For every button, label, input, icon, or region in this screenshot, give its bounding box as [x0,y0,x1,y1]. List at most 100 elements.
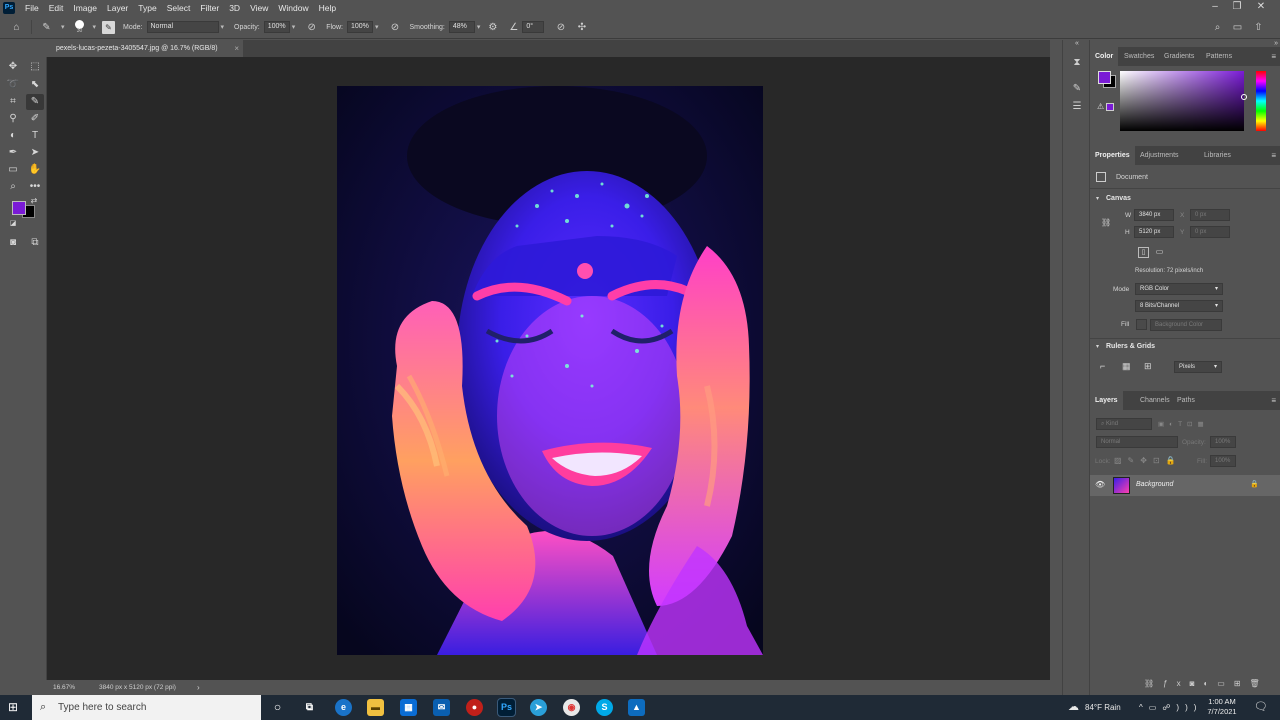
chevron-down-icon[interactable]: ▾ [61,23,65,31]
portrait-orientation-icon[interactable]: ▯ [1138,247,1149,258]
stamp-tool-icon[interactable]: ⚲ [4,111,22,127]
chevron-right-icon[interactable]: › [197,680,200,695]
photoshop-logo[interactable]: Ps [3,2,15,14]
chrome-icon[interactable]: ◉ [563,699,580,716]
eye-icon[interactable]: 👁 [1095,480,1105,489]
menu-edit[interactable]: Edit [44,3,69,13]
document-tab[interactable]: pexels-lucas-pezeta-3405547.jpg @ 16.7% … [47,40,243,57]
panel-menu-icon[interactable]: ≡ [1271,47,1276,66]
menu-type[interactable]: Type [133,3,161,13]
menu-layer[interactable]: Layer [102,3,133,13]
swap-colors-icon[interactable]: ⇄ [28,196,40,206]
flow-input[interactable]: 100% [346,21,373,33]
chevron-down-icon[interactable]: ▾ [477,23,481,31]
cortana-icon[interactable]: ○ [269,699,286,716]
brush-tool-icon[interactable]: ✎ [40,21,53,34]
default-colors-icon[interactable]: ◪ [8,219,18,229]
pressure-opacity-icon[interactable]: ⊘ [305,21,318,34]
pressure-size-icon[interactable]: ⊘ [554,21,567,34]
taskbar-search[interactable]: ⌕ Type here to search [32,695,261,720]
windows-start-icon[interactable]: ⊞ [8,700,18,714]
mode-select[interactable]: Normal [146,21,219,33]
panel-menu-icon[interactable]: ≡ [1271,146,1276,165]
path-select-tool-icon[interactable]: ➤ [26,145,44,161]
move-tool-icon[interactable]: ✥ [4,59,22,75]
foreground-color-swatch[interactable] [12,201,26,215]
tab-channels[interactable]: Channels [1135,391,1175,410]
collapse-panels-icon[interactable]: « [1069,40,1085,48]
link-icon[interactable]: ⛓ [1101,218,1111,227]
color-picker-cursor[interactable] [1241,94,1247,100]
layer-actions-icons[interactable]: ⛓ƒx◙◐▭⊞🗑 [1144,679,1269,688]
chevron-down-icon[interactable]: ▾ [1096,343,1099,350]
color-mode-select[interactable]: RGB Color ▾ [1135,283,1223,295]
zoom-level[interactable]: 16.67% [53,680,75,695]
layer-kind-filter[interactable]: ⌕ Kind [1096,418,1152,430]
panel-menu-icon[interactable]: ≡ [1271,391,1276,410]
menu-image[interactable]: Image [68,3,102,13]
brush-settings-icon[interactable]: ✎ [102,20,116,34]
grid-icon[interactable]: ▦ [1122,361,1131,372]
weather-icon[interactable]: ☁ [1068,695,1079,720]
tab-swatches[interactable]: Swatches [1119,47,1159,66]
home-icon[interactable]: ⌂ [10,21,23,34]
search-icon[interactable]: ⌕ [1211,21,1224,34]
photoshop-taskbar-icon[interactable]: Ps [497,698,516,717]
gamut-swatch[interactable] [1106,103,1114,111]
tab-layers[interactable]: Layers [1090,391,1123,410]
task-view-icon[interactable]: ⧉ [301,699,318,716]
menu-select[interactable]: Select [162,3,196,13]
marquee-tool-icon[interactable]: ⬚ [26,59,44,75]
edge-icon[interactable]: e [335,699,352,716]
layer-name[interactable]: Background [1136,481,1173,488]
blend-mode-select[interactable]: Normal [1096,436,1178,448]
menu-help[interactable]: Help [314,3,341,13]
crop-tool-icon[interactable]: ⌗ [4,94,22,110]
eraser-tool-icon[interactable]: ✐ [26,111,44,127]
chevron-down-icon[interactable]: ▾ [375,23,379,31]
zoom-tool-icon[interactable]: ⌕ [4,179,22,195]
share-icon[interactable]: ⇧ [1252,21,1265,34]
weather-text[interactable]: 84°F Rain [1085,695,1121,720]
more-tools-icon[interactable]: ••• [26,179,44,195]
mail-icon[interactable]: ✉ [433,699,450,716]
bit-depth-select[interactable]: 8 Bits/Channel ▾ [1135,300,1223,312]
adjustments-panel-icon[interactable]: ☰ [1069,100,1085,114]
chevron-down-icon[interactable]: ▾ [221,23,225,31]
document-image[interactable] [337,86,763,655]
layer-filter-icons[interactable]: ▣◐T⊡▦ [1158,420,1209,428]
history-panel-icon[interactable]: ⧗ [1069,56,1085,70]
telegram-icon[interactable]: ➤ [530,699,547,716]
gear-icon[interactable]: ⚙ [486,21,499,34]
system-tray-icons[interactable]: ^▭☍))) [1139,695,1202,720]
rectangle-tool-icon[interactable]: ▭ [4,162,22,178]
tab-paths[interactable]: Paths [1172,391,1200,410]
layer-fill-input[interactable]: 100% [1210,455,1236,467]
height-input[interactable]: 5120 px [1134,226,1174,238]
quick-mask-icon[interactable]: ◙ [4,235,22,251]
fill-select[interactable]: Background Color [1150,319,1222,331]
ruler-units-select[interactable]: Pixels ▾ [1174,361,1222,373]
hue-slider[interactable] [1256,71,1266,131]
layer-opacity-input[interactable]: 100% [1210,436,1236,448]
brush-tool-icon[interactable]: ✎ [26,94,44,110]
screen-mode-icon[interactable]: ⧉ [26,235,44,251]
menu-3d[interactable]: 3D [224,3,245,13]
type-tool-icon[interactable]: T [26,128,44,144]
clock[interactable]: 1:00 AM 7/7/2021 [1200,697,1244,717]
lock-options-icons[interactable]: ▨✎✥⊡🔒 [1114,456,1182,465]
close-icon[interactable]: × [234,40,239,57]
restore-icon[interactable]: ❐ [1226,0,1248,16]
close-window-icon[interactable]: ✕ [1250,0,1272,16]
dodge-tool-icon[interactable]: ◐ [4,128,22,144]
chevron-down-icon[interactable]: ▾ [1096,195,1099,202]
tab-gradients[interactable]: Gradients [1159,47,1199,66]
x-input[interactable]: 0 px [1190,209,1230,221]
width-input[interactable]: 3840 px [1134,209,1174,221]
menu-file[interactable]: File [20,3,44,13]
angle-input[interactable]: 0° [522,21,545,33]
guides-icon[interactable]: ⊞ [1144,361,1152,372]
brush-settings-panel-icon[interactable]: ✎ [1069,82,1085,96]
menu-filter[interactable]: Filter [195,3,224,13]
tab-properties[interactable]: Properties [1090,146,1135,165]
